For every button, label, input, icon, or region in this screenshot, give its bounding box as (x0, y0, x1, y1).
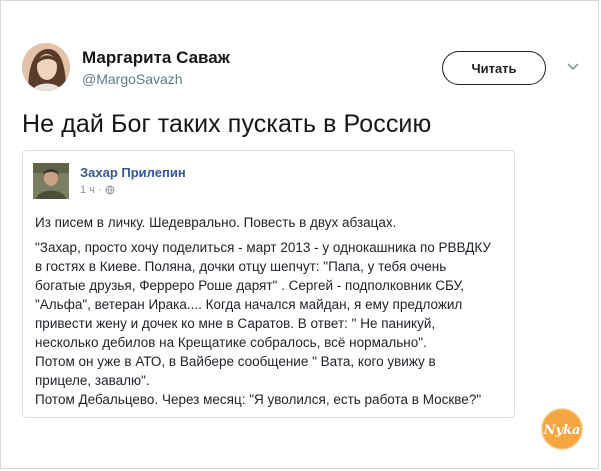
post-line: "Захар, просто хочу поделиться - март 20… (35, 240, 491, 255)
globe-icon (105, 185, 115, 195)
post-author-name[interactable]: Захар Прилепин (80, 165, 186, 180)
post-author-avatar[interactable] (33, 163, 69, 199)
post-line: прицеле, завалю". (35, 373, 150, 388)
post-line: "Альфа", ветеран Ирака.... Когда начался… (35, 297, 463, 312)
post-author-avatar-image (33, 163, 69, 199)
post-body: "Захар, просто хочу поделиться - март 20… (35, 238, 513, 409)
watermark-logo: Nyka (541, 408, 583, 450)
embedded-post-card[interactable]: Захар Прилепин 1 ч · Из писем в личку. Ш… (22, 150, 515, 418)
post-line: богатые друзья, Ферреро Роше дарят" . Се… (35, 278, 465, 293)
author-name[interactable]: Маргарита Саваж (82, 48, 230, 68)
follow-button-label: Читать (471, 60, 517, 76)
avatar-image (22, 43, 70, 91)
follow-button[interactable]: Читать (442, 51, 546, 85)
chevron-down-icon[interactable] (566, 60, 580, 74)
post-intro: Из писем в личку. Шедеврально. Повесть в… (35, 215, 397, 230)
post-line: в гостях в Киеве. Поляна, дочки отцу шеп… (35, 259, 447, 274)
post-line: Потом он уже в АТО, в Вайбере сообщение … (35, 354, 436, 369)
post-line: Потом Дебальцево. Через месяц: "Я уволил… (35, 392, 482, 407)
tweet-text: Не дай Бог таких пускать в Россию (22, 110, 432, 138)
post-line: привести жену и дочек ко мне в Саратов. … (35, 316, 436, 331)
post-time[interactable]: 1 ч · (80, 184, 102, 196)
watermark-text: Nyka (543, 423, 581, 438)
post-meta: 1 ч · (80, 184, 115, 196)
author-handle[interactable]: @MargoSavazh (82, 71, 183, 87)
avatar[interactable] (22, 43, 70, 91)
post-line: несколько дебилов на Крещатике собралось… (35, 335, 427, 350)
